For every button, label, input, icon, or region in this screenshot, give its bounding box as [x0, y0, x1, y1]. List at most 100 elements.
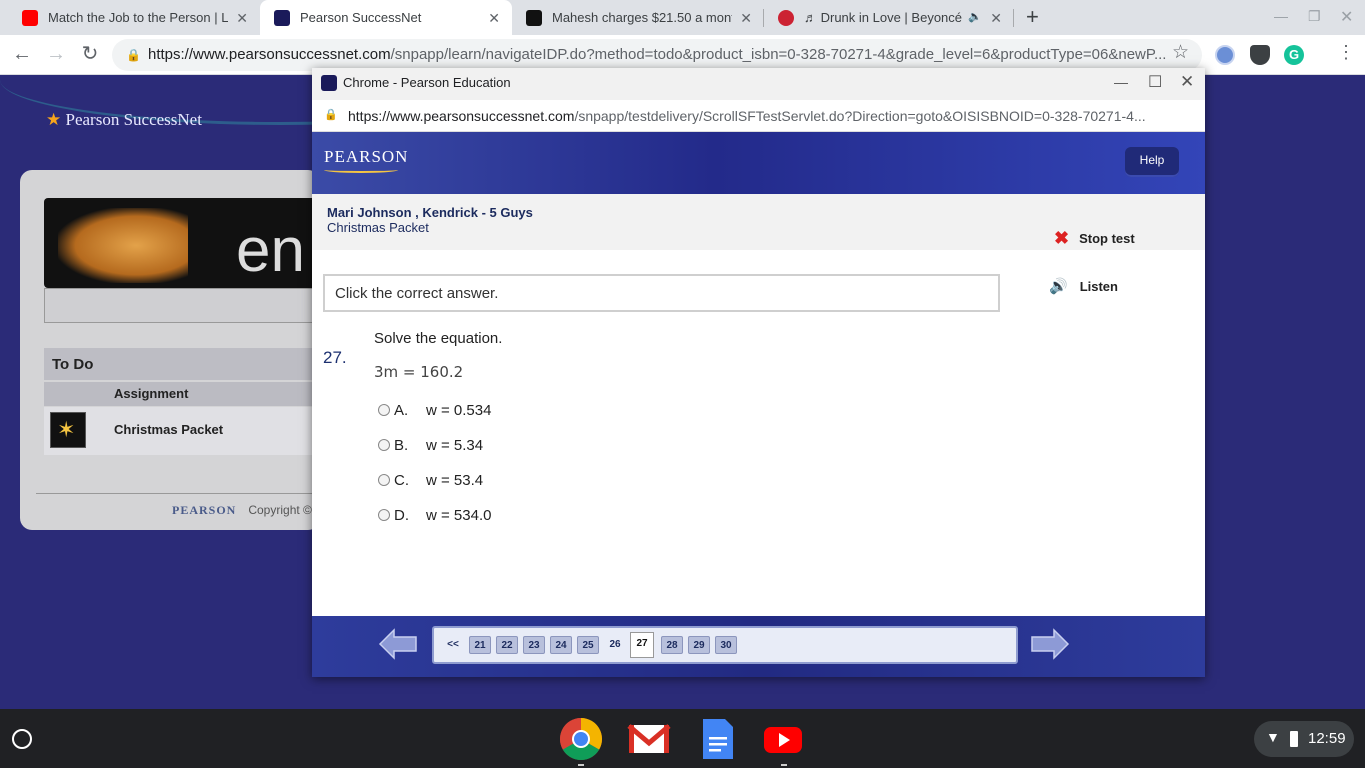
minimize-icon[interactable]: —	[1274, 8, 1288, 24]
address-bar[interactable]: 🔒 https://www.pearsonsuccessnet.com/snpa…	[112, 39, 1202, 71]
tab-title: Pearson SuccessNet	[300, 10, 422, 25]
back-icon[interactable]: ←	[10, 43, 34, 67]
popup-titlebar: Chrome - Pearson Education — ☐ ✕	[312, 68, 1205, 100]
tab-drunk-in-love[interactable]: ♬ Drunk in Love | Beyoncé fe 🔈 ✕	[764, 0, 1014, 35]
youtube-app-icon[interactable]	[761, 717, 805, 761]
running-indicator	[578, 764, 584, 766]
new-tab-button[interactable]: +	[1026, 4, 1039, 30]
system-tray[interactable]: ▼ 12:59	[1254, 721, 1354, 757]
url-host: https://www.pearsonsuccessnet.com	[148, 46, 391, 63]
browser-tab-strip: Match the Job to the Person | Lin ✕ Pear…	[0, 0, 1365, 35]
page-24-button[interactable]: 24	[550, 636, 572, 654]
url-path: /snpapp/learn/navigateIDP.do?method=todo…	[390, 46, 1167, 63]
banner-text: en	[236, 216, 305, 285]
footer-divider	[36, 493, 326, 494]
tab-pearson-successnet[interactable]: Pearson SuccessNet ✕	[260, 0, 512, 35]
minimize-icon[interactable]: —	[1114, 74, 1128, 90]
previous-arrow-icon[interactable]	[378, 628, 418, 660]
lock-icon: 🔒	[126, 48, 141, 62]
page-22-button[interactable]: 22	[496, 636, 518, 654]
page-30-button[interactable]: 30	[715, 636, 737, 654]
assignment-row[interactable]: Christmas Packet	[44, 407, 324, 455]
page-28-button[interactable]: 28	[661, 636, 683, 654]
close-tab-icon[interactable]: ✕	[488, 10, 500, 27]
maximize-icon[interactable]: ☐	[1148, 72, 1162, 92]
test-popup-window: Chrome - Pearson Education — ☐ ✕ 🔒 https…	[312, 68, 1205, 677]
listen-label: Listen	[1079, 278, 1118, 294]
popup-address-bar[interactable]: 🔒 https://www.pearsonsuccessnet.com/snpa…	[312, 100, 1205, 132]
stop-x-icon: ✖	[1054, 228, 1070, 248]
banner-strip	[44, 288, 324, 323]
radio-button[interactable]	[378, 509, 390, 521]
close-tab-icon[interactable]: ✕	[236, 10, 248, 27]
pager-first-button[interactable]: <<	[442, 636, 464, 654]
close-window-icon[interactable]: ✕	[1180, 72, 1194, 92]
bookmark-star-icon[interactable]: ☆	[1172, 41, 1189, 64]
page-footer: PEARSON Copyright © P	[172, 503, 324, 517]
pearson-favicon-icon	[321, 75, 337, 91]
radio-button[interactable]	[378, 439, 390, 451]
assignment-column-header: Assignment	[44, 382, 324, 406]
page-23-button[interactable]: 23	[523, 636, 545, 654]
popup-title: Chrome - Pearson Education	[343, 75, 511, 90]
assignment-name[interactable]: Christmas Packet	[114, 422, 223, 437]
brainly-favicon-icon	[526, 9, 542, 26]
google-docs-app-icon[interactable]	[695, 717, 739, 761]
forward-icon[interactable]: →	[44, 43, 68, 67]
radio-button[interactable]	[378, 474, 390, 486]
page-25-button[interactable]: 25	[577, 636, 599, 654]
close-window-icon[interactable]: ✕	[1340, 7, 1353, 27]
page-29-button[interactable]: 29	[688, 636, 710, 654]
tab-title: Match the Job to the Person | Lin	[48, 10, 228, 25]
page-27-current[interactable]: 27	[630, 632, 654, 658]
tab-separator	[1013, 9, 1014, 27]
listen-button[interactable]: 🔊 Listen	[1049, 277, 1118, 295]
next-arrow-icon[interactable]	[1030, 628, 1070, 660]
launcher-icon[interactable]	[12, 729, 32, 749]
tab-title: Mahesh charges $21.50 a month	[552, 10, 732, 25]
close-tab-icon[interactable]: ✕	[990, 10, 1002, 27]
student-info-bar: Mari Johnson , Kendrick - 5 Guys Christm…	[312, 194, 1205, 250]
chrome-app-icon[interactable]	[559, 717, 603, 761]
menu-icon[interactable]: ⋮	[1337, 42, 1355, 63]
page-21-button[interactable]: 21	[469, 636, 491, 654]
grammarly-icon[interactable]: G	[1284, 45, 1304, 65]
clock: 12:59	[1308, 730, 1346, 747]
fox-mascot-image	[58, 208, 188, 283]
answer-option-a[interactable]: A. w = 0.534	[378, 400, 491, 420]
option-answer: w = 53.4	[426, 471, 484, 489]
reload-icon[interactable]: ↻	[78, 43, 102, 67]
battery-icon	[1290, 731, 1298, 747]
stop-test-label: Stop test	[1079, 231, 1135, 246]
option-answer: w = 5.34	[426, 436, 484, 454]
help-button[interactable]: Help	[1125, 147, 1179, 177]
assignment-star-icon: ✶	[50, 412, 86, 448]
close-tab-icon[interactable]: ✕	[740, 10, 752, 27]
option-letter: B.	[394, 436, 409, 454]
successnet-logo: ★ Pearson SuccessNet	[46, 110, 202, 129]
maximize-icon[interactable]: ❐	[1308, 8, 1321, 25]
question-number: 27.	[323, 348, 347, 367]
navigation-footer: << 21 22 23 24 25 26 27 28 29 30	[312, 616, 1205, 677]
tab-mahesh-charges[interactable]: Mahesh charges $21.50 a month ✕	[512, 0, 764, 35]
extension-icon[interactable]	[1215, 45, 1235, 65]
pearson-logo: PEARSON	[324, 147, 409, 166]
answer-option-d[interactable]: D. w = 534.0	[378, 505, 491, 525]
answer-option-b[interactable]: B. w = 5.34	[378, 435, 483, 455]
pearson-logo-swoosh	[324, 167, 398, 173]
pearson-header: PEARSON Help	[312, 132, 1205, 194]
tab-match-the-job[interactable]: Match the Job to the Person | Lin ✕	[8, 0, 260, 35]
stop-test-button[interactable]: ✖ Stop test	[1054, 228, 1135, 249]
shield-icon[interactable]	[1250, 45, 1270, 65]
answer-option-c[interactable]: C. w = 53.4	[378, 470, 483, 490]
student-name: Mari Johnson , Kendrick - 5 Guys	[327, 205, 533, 220]
wifi-icon: ▼	[1266, 729, 1280, 745]
tab-title: ♬ Drunk in Love | Beyoncé fe	[804, 10, 964, 25]
question-prompt: Solve the equation.	[374, 330, 503, 347]
url-path: /snpapp/testdelivery/ScrollSFTestServlet…	[574, 108, 1146, 124]
speaker-icon[interactable]: 🔈	[968, 10, 982, 23]
gmail-app-icon[interactable]	[627, 717, 671, 761]
youtube-favicon-icon	[22, 9, 38, 26]
page-26-button[interactable]: 26	[604, 636, 626, 654]
radio-button[interactable]	[378, 404, 390, 416]
